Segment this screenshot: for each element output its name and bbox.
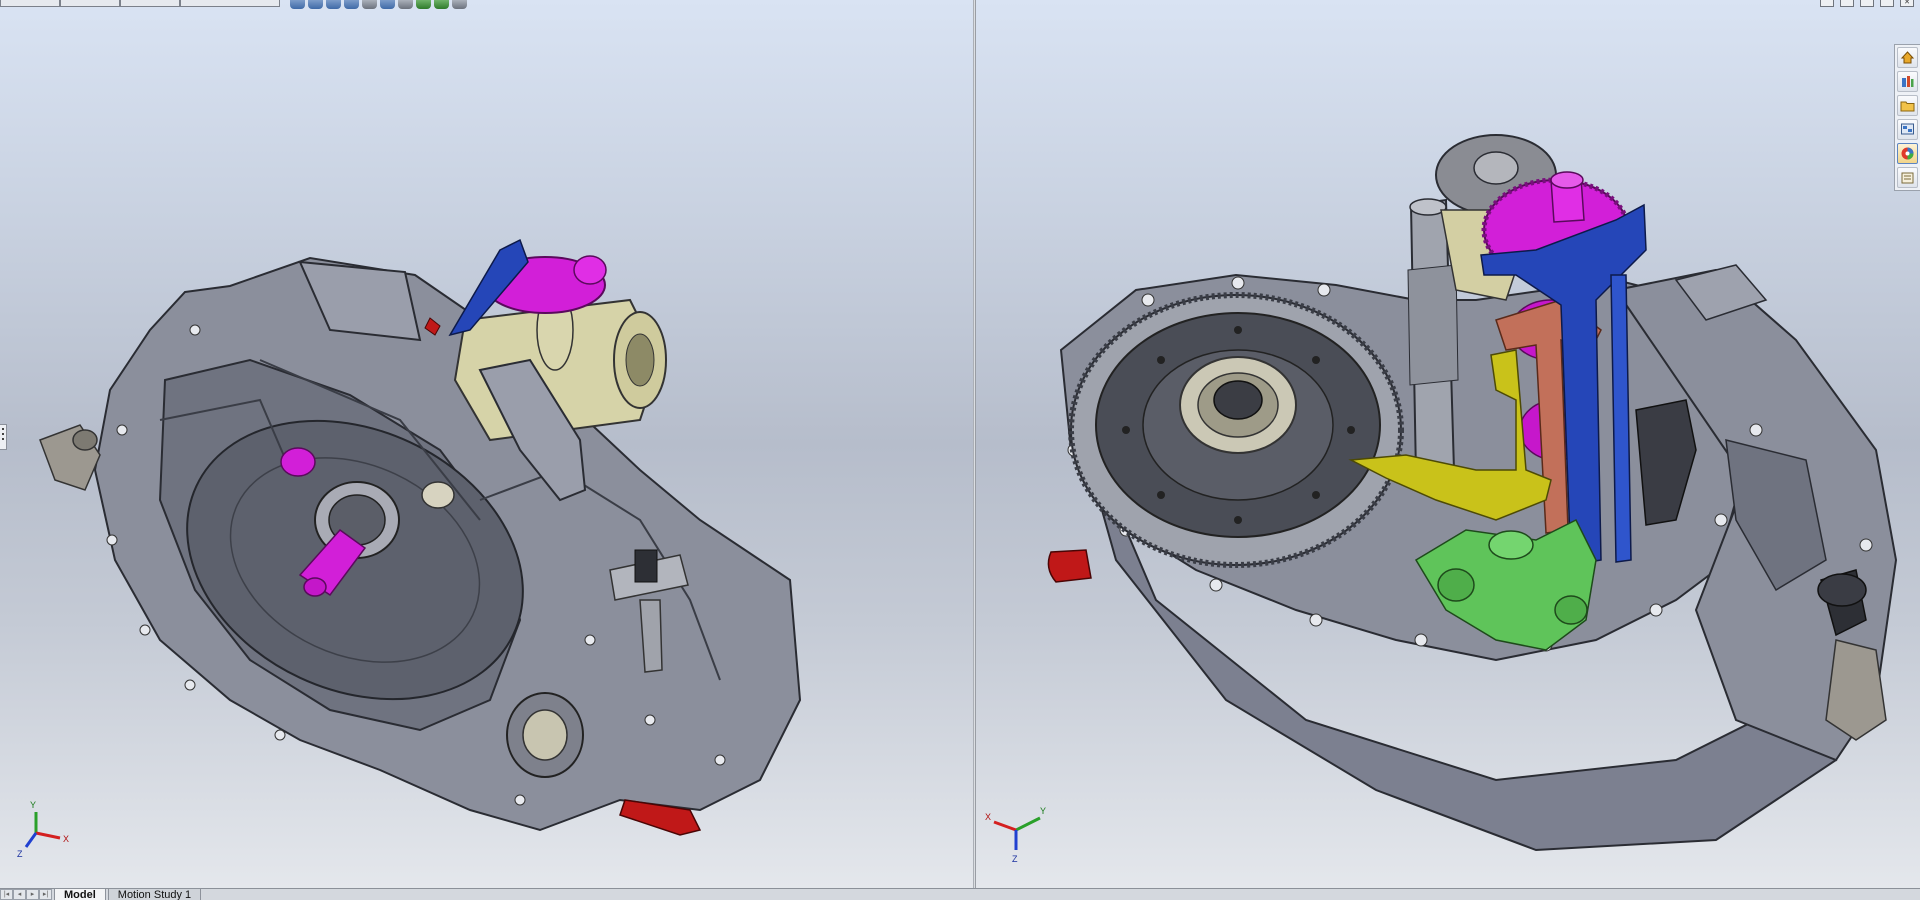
view-palette-icon[interactable] (1897, 119, 1918, 140)
differential-ring-gear (1068, 292, 1404, 568)
clutch-release-lever (1047, 549, 1092, 583)
view-settings-icon[interactable] (452, 0, 467, 9)
transmission-model-front-view[interactable]: Y X Z (0, 0, 973, 888)
triad-x-label: X (63, 834, 69, 844)
graphics-viewport-left[interactable]: Y X Z (0, 0, 973, 888)
zoom-to-fit-icon[interactable] (290, 0, 305, 9)
view-orientation-icon[interactable] (362, 0, 377, 9)
first-tab-button[interactable]: |◂ (0, 889, 13, 900)
cascade-icon[interactable] (1840, 0, 1854, 7)
reverse-idler-gear (280, 447, 316, 477)
edit-appearance-icon[interactable] (416, 0, 431, 9)
file-explorer-icon[interactable] (1897, 95, 1918, 116)
next-tab-button[interactable]: ▸ (26, 889, 39, 900)
hide-show-icon[interactable] (398, 0, 413, 9)
orientation-triad-right: Y X Z (985, 806, 1046, 864)
feature-manager-flyout-handle[interactable] (0, 424, 7, 450)
custom-properties-icon[interactable] (1897, 167, 1918, 188)
task-pane (1894, 44, 1920, 191)
hud-tab-3[interactable] (120, 0, 180, 7)
apply-scene-icon[interactable] (434, 0, 449, 9)
hud-tab-2[interactable] (60, 0, 120, 7)
orientation-triad-left: Y X Z (17, 800, 69, 859)
viewport-window-controls: ✕ (1820, 0, 1914, 7)
appearances-icon[interactable] (1897, 143, 1918, 164)
heads-up-view-toolbar (0, 0, 467, 12)
display-style-icon[interactable] (380, 0, 395, 9)
triad-x-label: X (985, 812, 991, 822)
design-library-icon[interactable] (1897, 71, 1918, 92)
hud-tab-1[interactable] (0, 0, 60, 7)
model-tab-bar: |◂ ◂ ▸ ▸| Model Motion Study 1 (0, 888, 1920, 900)
resources-icon[interactable] (1897, 47, 1918, 68)
breather-valve (39, 424, 101, 491)
graphics-viewport-right[interactable]: Y X Z ✕ (976, 0, 1920, 888)
triad-z-label: Z (1012, 854, 1018, 864)
close-icon[interactable]: ✕ (1900, 0, 1914, 7)
zoom-area-icon[interactable] (308, 0, 323, 9)
last-tab-button[interactable]: ▸| (39, 889, 52, 900)
triad-y-label: Y (30, 800, 36, 810)
tab-model[interactable]: Model (54, 888, 106, 900)
hud-tab-4[interactable] (180, 0, 280, 7)
minimize-icon[interactable] (1860, 0, 1874, 7)
previous-tab-button[interactable]: ◂ (13, 889, 26, 900)
transmission-model-open-case-view[interactable]: Y X Z (976, 0, 1920, 888)
previous-view-icon[interactable] (326, 0, 341, 9)
tab-motion-study-1[interactable]: Motion Study 1 (107, 888, 202, 900)
section-view-icon[interactable] (344, 0, 359, 9)
restore-icon[interactable] (1880, 0, 1894, 7)
tile-icon[interactable] (1820, 0, 1834, 7)
triad-z-label: Z (17, 849, 23, 859)
triad-y-label: Y (1040, 806, 1046, 816)
